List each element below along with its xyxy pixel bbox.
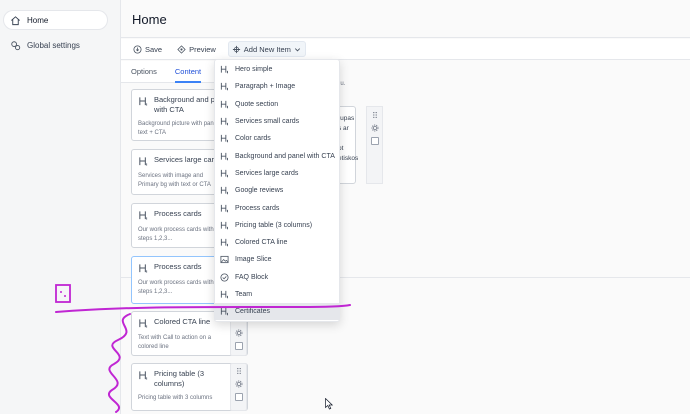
menu-item-quote-section[interactable]: Quote section <box>215 96 339 113</box>
heading-icon <box>220 290 228 299</box>
menu-item-services-small-cards[interactable]: Services small cards <box>215 113 339 130</box>
heading-icon <box>220 117 228 126</box>
menu-item-hero-simple[interactable]: Hero simple <box>215 61 339 78</box>
menu-item-color-cards[interactable]: Color cards <box>215 130 339 147</box>
menu-item-faq-block[interactable]: FAQ Block <box>215 269 339 286</box>
heading-icon <box>220 221 228 230</box>
gear-icon[interactable] <box>235 380 243 388</box>
sidebar-item-global-settings[interactable]: Global settings <box>4 36 107 54</box>
gear-icon[interactable] <box>371 124 379 132</box>
add-item-dropdown: Hero simple Paragraph + Image Quote sect… <box>214 59 340 322</box>
settings-icon <box>11 40 21 50</box>
card-title: Process cards <box>154 262 202 271</box>
image-icon <box>220 256 229 264</box>
toolbar: Save Preview Add New Item <box>121 39 690 60</box>
menu-item-label: Image Slice <box>235 256 272 264</box>
heading-icon <box>139 211 148 220</box>
menu-item-label: Color cards <box>235 135 271 143</box>
sidebar-item-label: Home <box>27 15 49 25</box>
menu-item-paragraph-image[interactable]: Paragraph + Image <box>215 78 339 95</box>
menu-item-services-large-cards[interactable]: Services large cards <box>215 165 339 182</box>
menu-item-google-reviews[interactable]: Google reviews <box>215 182 339 199</box>
menu-item-label: Colored CTA line <box>235 239 288 247</box>
menu-item-label: Certificates <box>235 308 271 316</box>
heading-icon <box>139 264 148 273</box>
menu-item-label: Quote section <box>235 100 279 108</box>
save-icon <box>133 44 142 54</box>
heading-icon <box>220 169 228 178</box>
menu-item-label: Services large cards <box>235 169 299 177</box>
card-checkbox[interactable] <box>370 137 379 145</box>
heading-icon <box>220 187 228 195</box>
menu-item-image-slice[interactable]: Image Slice <box>215 251 339 268</box>
card-checkbox[interactable] <box>234 342 243 350</box>
tab-options[interactable]: Options <box>131 61 157 83</box>
save-label: Save <box>145 44 163 54</box>
add-new-item-label: Add New Item <box>243 44 291 54</box>
heading-icon <box>139 157 148 166</box>
menu-item-label: Hero simple <box>235 66 273 74</box>
preview-button[interactable]: Preview <box>174 41 219 57</box>
menu-item-certificates[interactable]: Certificates <box>215 303 339 321</box>
heading-icon <box>220 204 228 212</box>
sidebar-item-label: Global settings <box>27 40 80 50</box>
menu-item-label: Pricing table (3 columns) <box>235 221 313 229</box>
heading-icon <box>220 100 228 109</box>
heading-icon <box>139 97 148 106</box>
heading-icon <box>220 308 228 316</box>
menu-item-label: Paragraph + Image <box>235 83 296 91</box>
card-actions <box>366 106 383 184</box>
heading-icon <box>220 152 228 160</box>
card-actions <box>230 363 247 411</box>
menu-item-process-cards[interactable]: Process cards <box>215 199 339 216</box>
text-fragment: etiskos <box>338 155 359 162</box>
heading-icon <box>220 66 228 74</box>
mouse-cursor-icon <box>325 398 333 410</box>
check-circle-icon <box>220 273 229 282</box>
menu-item-label: Google reviews <box>235 187 284 195</box>
add-new-item-button[interactable]: Add New Item <box>227 41 306 57</box>
menu-item-label: Process cards <box>235 204 280 212</box>
sidebar: Home Global settings <box>0 0 121 414</box>
card-title-line2: columns) <box>154 379 185 388</box>
card-title: Services large cards <box>154 155 222 164</box>
menu-item-label: Team <box>235 291 253 298</box>
home-icon <box>11 15 20 25</box>
menu-item-label: Services small cards <box>235 118 300 126</box>
menu-item-team[interactable]: Team <box>215 286 339 303</box>
tab-content[interactable]: Content <box>175 61 201 83</box>
card-title: Pricing table (3 <box>154 369 205 378</box>
heading-icon <box>220 135 228 143</box>
card-description: Text with Call to action on a <box>138 335 212 341</box>
heading-icon <box>220 83 228 91</box>
preview-label: Preview <box>189 44 216 54</box>
drag-handle-icon[interactable] <box>235 367 243 375</box>
header: Home <box>121 0 690 38</box>
add-icon <box>232 45 240 53</box>
card-description-line2: colored line <box>138 344 169 350</box>
card-checkbox[interactable] <box>234 393 243 401</box>
gear-icon[interactable] <box>235 329 243 337</box>
menu-item-label: FAQ Block <box>235 273 269 281</box>
menu-item-background-panel-cta[interactable]: Background and panel with CTA <box>215 147 339 164</box>
card-description: Pricing table with 3 columns <box>138 395 213 401</box>
text-fragment: rupas <box>338 115 355 122</box>
heading-icon <box>220 239 228 247</box>
heading-icon <box>139 319 148 328</box>
page-title: Home <box>132 12 167 27</box>
preview-icon <box>177 44 186 54</box>
card-title-line2: with CTA <box>154 105 184 114</box>
drag-handle-icon[interactable] <box>371 111 379 119</box>
card-title: Background and pan <box>154 95 224 104</box>
menu-item-pricing-table[interactable]: Pricing table (3 columns) <box>215 217 339 234</box>
menu-item-label: Background and panel with CTA <box>235 152 335 160</box>
chevron-down-icon <box>294 47 300 51</box>
save-button[interactable]: Save <box>130 41 165 57</box>
card-title: Colored CTA line <box>154 317 211 326</box>
heading-icon <box>139 371 148 380</box>
menu-item-colored-cta-line[interactable]: Colored CTA line <box>215 234 339 251</box>
sidebar-item-home[interactable]: Home <box>4 11 107 29</box>
card-title: Process cards <box>154 209 202 218</box>
